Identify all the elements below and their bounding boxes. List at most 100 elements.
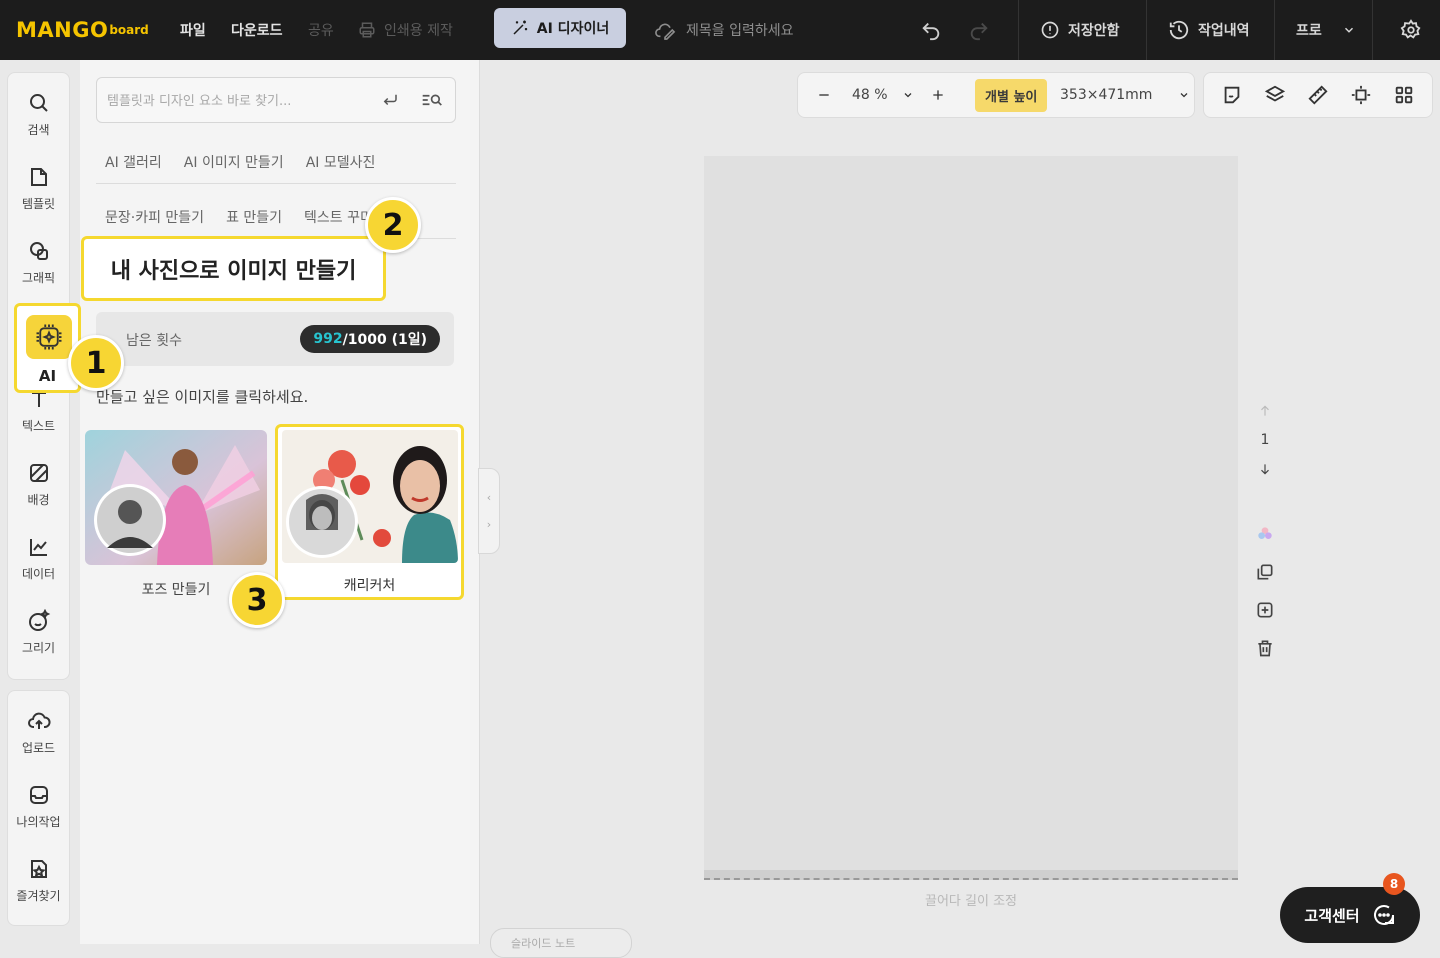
draw-face-icon bbox=[27, 609, 51, 633]
remaining-count-badge: 992/1000 (1일) bbox=[300, 325, 440, 353]
arrow-up-icon[interactable] bbox=[1258, 404, 1272, 418]
tab-ai-gallery[interactable]: AI 갤러리 bbox=[105, 152, 162, 172]
step-number-1: 1 bbox=[68, 335, 124, 391]
individual-height-button[interactable]: 개별 높이 bbox=[975, 79, 1048, 112]
rail-item-data[interactable]: 데이터 bbox=[8, 535, 69, 582]
gear-icon bbox=[1400, 19, 1422, 41]
card-pose-create[interactable]: 포즈 만들기 bbox=[85, 430, 267, 599]
search-filter-icon[interactable] bbox=[421, 91, 443, 109]
page-navigator: 1 bbox=[1250, 404, 1280, 476]
divider bbox=[1018, 0, 1019, 60]
tab-ai-model-photo[interactable]: AI 모델사진 bbox=[306, 152, 376, 172]
line-chart-icon bbox=[27, 535, 51, 559]
layers-icon[interactable] bbox=[1264, 84, 1286, 106]
card-caricature-highlighted[interactable]: 캐리커처 bbox=[275, 424, 464, 600]
search-icon bbox=[27, 91, 51, 115]
rail-item-draw[interactable]: 그리기 bbox=[8, 609, 69, 656]
history-button[interactable]: 작업내역 bbox=[1168, 0, 1250, 60]
rail-item-search[interactable]: 검색 bbox=[8, 91, 69, 138]
undo-icon bbox=[920, 19, 942, 41]
instruction-text: 만들고 싶은 이미지를 클릭하세요. bbox=[96, 388, 309, 406]
zoom-size-toolbar: 48 % 개별 높이 353×471mm bbox=[797, 72, 1195, 118]
ai-designer-button[interactable]: AI 디자이너 bbox=[494, 8, 626, 48]
ai-chip-icon bbox=[26, 315, 72, 359]
save-status[interactable]: 저장안함 bbox=[1040, 0, 1120, 60]
divider bbox=[1372, 0, 1373, 60]
chevron-down-icon bbox=[1178, 89, 1190, 101]
minus-icon bbox=[816, 87, 832, 103]
cloud-upload-icon bbox=[27, 709, 51, 733]
plus-icon bbox=[930, 87, 946, 103]
page-resize-handle[interactable] bbox=[704, 870, 1238, 880]
rail-item-template[interactable]: 템플릿 bbox=[8, 165, 69, 212]
chevron-right-icon: › bbox=[486, 518, 492, 531]
chevron-down-icon bbox=[1342, 23, 1356, 37]
rail-item-upload[interactable]: 업로드 bbox=[8, 709, 69, 756]
zoom-out-button[interactable] bbox=[816, 73, 832, 117]
zoom-in-button[interactable] bbox=[930, 73, 946, 117]
tab-text-decorate[interactable]: 텍스트 꾸미 bbox=[304, 207, 373, 227]
menu-share[interactable]: 공유 bbox=[308, 0, 334, 60]
pose-preview-image bbox=[85, 430, 267, 565]
duplicate-page-icon[interactable] bbox=[1255, 562, 1275, 582]
customer-center-button[interactable]: 고객센터 bbox=[1280, 887, 1420, 943]
rail-item-background[interactable]: 배경 bbox=[8, 461, 69, 508]
edit-cloud-icon bbox=[654, 20, 676, 40]
mango-board-logo[interactable]: MANGO board bbox=[16, 0, 149, 60]
undo-button[interactable] bbox=[920, 0, 942, 60]
panel-collapse-handle[interactable]: ‹ › bbox=[478, 468, 500, 554]
ruler-icon[interactable] bbox=[1307, 84, 1329, 106]
rail-item-graphic[interactable]: 그래픽 bbox=[8, 239, 69, 286]
document-title[interactable]: 제목을 입력하세요 bbox=[654, 0, 794, 60]
history-clock-icon bbox=[1168, 19, 1190, 41]
zoom-level-dropdown[interactable]: 48 % bbox=[852, 73, 914, 117]
enter-return-icon[interactable] bbox=[381, 91, 399, 109]
step-number-2: 2 bbox=[365, 197, 421, 253]
tab-ai-image-create[interactable]: AI 이미지 만들기 bbox=[184, 152, 284, 172]
menu-print[interactable]: 인쇄용 제작 bbox=[358, 0, 453, 60]
fit-frame-icon[interactable] bbox=[1350, 84, 1372, 106]
page-number: 1 bbox=[1260, 432, 1270, 448]
menu-file[interactable]: 파일 bbox=[180, 0, 206, 60]
plan-dropdown[interactable]: 프로 bbox=[1296, 0, 1356, 60]
menu-download[interactable]: 다운로드 bbox=[231, 0, 283, 60]
background-icon bbox=[27, 461, 51, 485]
ai-tabs-row-1: AI 갤러리 AI 이미지 만들기 AI 모델사진 bbox=[96, 140, 456, 184]
alert-circle-icon bbox=[1040, 20, 1060, 40]
notification-badge: 8 bbox=[1383, 873, 1405, 895]
add-page-icon[interactable] bbox=[1255, 600, 1275, 620]
page-side-tools bbox=[1252, 524, 1278, 658]
chat-bubble-icon bbox=[1372, 903, 1396, 927]
redo-button[interactable] bbox=[968, 0, 990, 60]
printer-icon bbox=[358, 21, 376, 39]
color-dots-icon[interactable] bbox=[1255, 524, 1275, 544]
tab-copy-writing[interactable]: 문장·카피 만들기 bbox=[105, 207, 204, 227]
design-page-canvas[interactable] bbox=[704, 156, 1238, 870]
rail-item-favorites[interactable]: 즐겨찾기 bbox=[8, 857, 69, 904]
magic-wand-icon bbox=[511, 19, 529, 37]
rail-item-text[interactable]: 텍스트 bbox=[8, 387, 69, 434]
caricature-preview-image bbox=[282, 430, 458, 563]
trash-icon[interactable] bbox=[1255, 638, 1275, 658]
canvas-tools-toolbar bbox=[1203, 72, 1433, 118]
graphic-shapes-icon bbox=[27, 239, 51, 263]
tutorial-callout: 내 사진으로 이미지 만들기 bbox=[81, 236, 386, 301]
slide-notes-tab[interactable]: 슬라이드 노트 bbox=[490, 928, 632, 958]
arrow-down-icon[interactable] bbox=[1258, 462, 1272, 476]
tab-table-create[interactable]: 표 만들기 bbox=[226, 207, 282, 227]
chevron-left-icon: ‹ bbox=[486, 491, 492, 504]
divider bbox=[1146, 0, 1147, 60]
template-search-input[interactable] bbox=[107, 90, 367, 112]
star-file-icon bbox=[27, 857, 51, 881]
settings-button[interactable] bbox=[1400, 0, 1422, 60]
step-number-3: 3 bbox=[229, 572, 285, 628]
grid-view-icon[interactable] bbox=[1393, 84, 1415, 106]
template-icon bbox=[27, 165, 51, 189]
top-bar: MANGO board 파일 다운로드 공유 인쇄용 제작 AI 디자이너 제목을… bbox=[0, 0, 1440, 60]
sticker-note-icon[interactable] bbox=[1221, 84, 1243, 106]
divider bbox=[1274, 0, 1275, 60]
drag-resize-hint: 끌어다 길이 조정 bbox=[925, 894, 1017, 909]
page-size-dropdown[interactable]: 353×471mm bbox=[1060, 73, 1190, 117]
rail-item-my-work[interactable]: 나의작업 bbox=[8, 783, 69, 830]
inbox-icon bbox=[27, 783, 51, 807]
